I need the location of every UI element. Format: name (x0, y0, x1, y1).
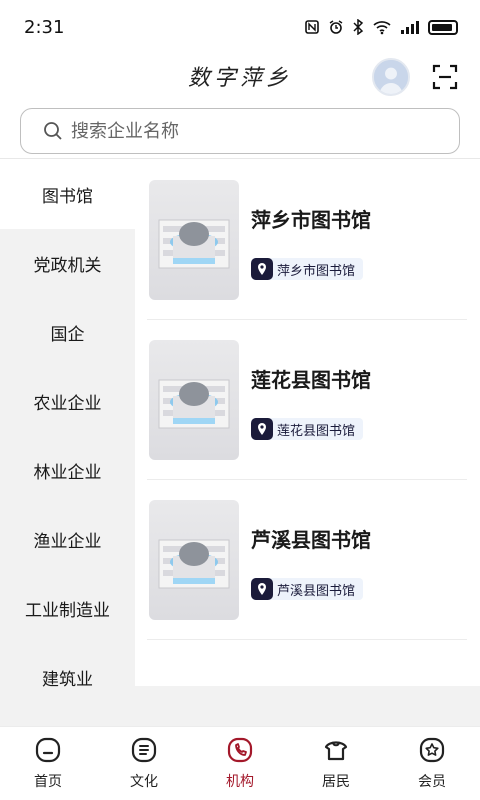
sidebar-item-library[interactable]: 图书馆 (0, 160, 135, 229)
signal-icon (401, 21, 419, 34)
bottom-tab-bar: 首页 文化 机构 居民 会员 (0, 726, 480, 800)
search-icon (44, 122, 62, 140)
user-avatar[interactable] (372, 58, 410, 96)
location-tag-label: 芦溪县图书馆 (277, 583, 356, 599)
divider (0, 158, 480, 159)
resident-icon (324, 741, 348, 761)
location-pin-icon (251, 418, 273, 440)
sidebar-item-manufacturing[interactable]: 工业制造业 (0, 574, 135, 643)
location-tag[interactable]: 萍乡市图书馆 (251, 258, 364, 280)
header: 数字萍乡 (0, 54, 480, 100)
status-time: 2:31 (24, 16, 65, 38)
search-box[interactable] (20, 108, 460, 154)
sidebar-item-fishery[interactable]: 渔业企业 (0, 505, 135, 574)
institution-list: 萍乡市图书馆 萍乡市图书馆 莲花县图书馆 莲花县图书馆 芦溪县图书馆 芦溪县图书… (135, 160, 480, 686)
location-pin-icon (251, 578, 273, 600)
sidebar-item-label: 国企 (50, 325, 85, 345)
status-bar: 2:31 (0, 0, 480, 54)
category-sidebar: 图书馆 党政机关 国企 农业企业 林业企业 渔业企业 工业制造业 建筑业 (0, 160, 135, 726)
sidebar-item-state-enterprise[interactable]: 国企 (0, 298, 135, 367)
sidebar-item-label: 工业制造业 (25, 601, 110, 621)
member-icon (419, 737, 445, 763)
list-item[interactable]: 芦溪县图书馆 芦溪县图书馆 (147, 480, 467, 640)
tab-label: 机构 (226, 774, 254, 790)
tab-culture[interactable]: 文化 (96, 727, 192, 800)
tab-label: 居民 (322, 774, 350, 790)
tab-institution[interactable]: 机构 (192, 727, 288, 800)
list-item[interactable]: 萍乡市图书馆 萍乡市图书馆 (147, 160, 467, 320)
library-building-image (149, 500, 239, 620)
sidebar-item-agriculture[interactable]: 农业企业 (0, 367, 135, 436)
location-tag-label: 萍乡市图书馆 (277, 263, 356, 279)
battery-icon (428, 19, 458, 35)
nfc-icon (305, 20, 319, 34)
location-pin-icon (251, 258, 273, 280)
sidebar-item-construction[interactable]: 建筑业 (0, 643, 135, 712)
content-bottom-spacer (135, 686, 480, 726)
institution-name: 莲花县图书馆 (251, 368, 371, 392)
tab-label: 会员 (418, 774, 446, 790)
location-tag-label: 莲花县图书馆 (277, 423, 356, 439)
alarm-icon (329, 20, 343, 34)
sidebar-item-forestry[interactable]: 林业企业 (0, 436, 135, 505)
sidebar-item-government[interactable]: 党政机关 (0, 229, 135, 298)
home-icon (35, 737, 61, 763)
location-tag[interactable]: 芦溪县图书馆 (251, 578, 364, 600)
institution-name: 芦溪县图书馆 (251, 528, 371, 552)
sidebar-item-label: 图书馆 (42, 187, 93, 207)
status-icons (304, 19, 458, 35)
search-input[interactable] (71, 120, 431, 142)
tab-label: 文化 (130, 774, 158, 790)
avatar-icon (374, 60, 408, 94)
library-building-image (149, 340, 239, 460)
institution-icon (227, 737, 253, 763)
sidebar-item-label: 党政机关 (33, 256, 102, 276)
library-building-image (149, 180, 239, 300)
culture-icon (131, 737, 157, 763)
institution-name: 萍乡市图书馆 (251, 208, 371, 232)
sidebar-item-label: 林业企业 (33, 463, 102, 483)
tab-label: 首页 (34, 774, 62, 790)
sidebar-item-label: 农业企业 (33, 394, 102, 414)
bluetooth-icon (353, 19, 364, 35)
sidebar-item-label: 建筑业 (42, 670, 93, 690)
list-item[interactable]: 莲花县图书馆 莲花县图书馆 (147, 320, 467, 480)
scan-icon[interactable] (432, 64, 458, 90)
tab-member[interactable]: 会员 (384, 727, 480, 800)
wifi-icon (373, 21, 391, 35)
tab-home[interactable]: 首页 (0, 727, 96, 800)
sidebar-item-label: 渔业企业 (33, 532, 102, 552)
location-tag[interactable]: 莲花县图书馆 (251, 418, 364, 440)
tab-resident[interactable]: 居民 (288, 727, 384, 800)
